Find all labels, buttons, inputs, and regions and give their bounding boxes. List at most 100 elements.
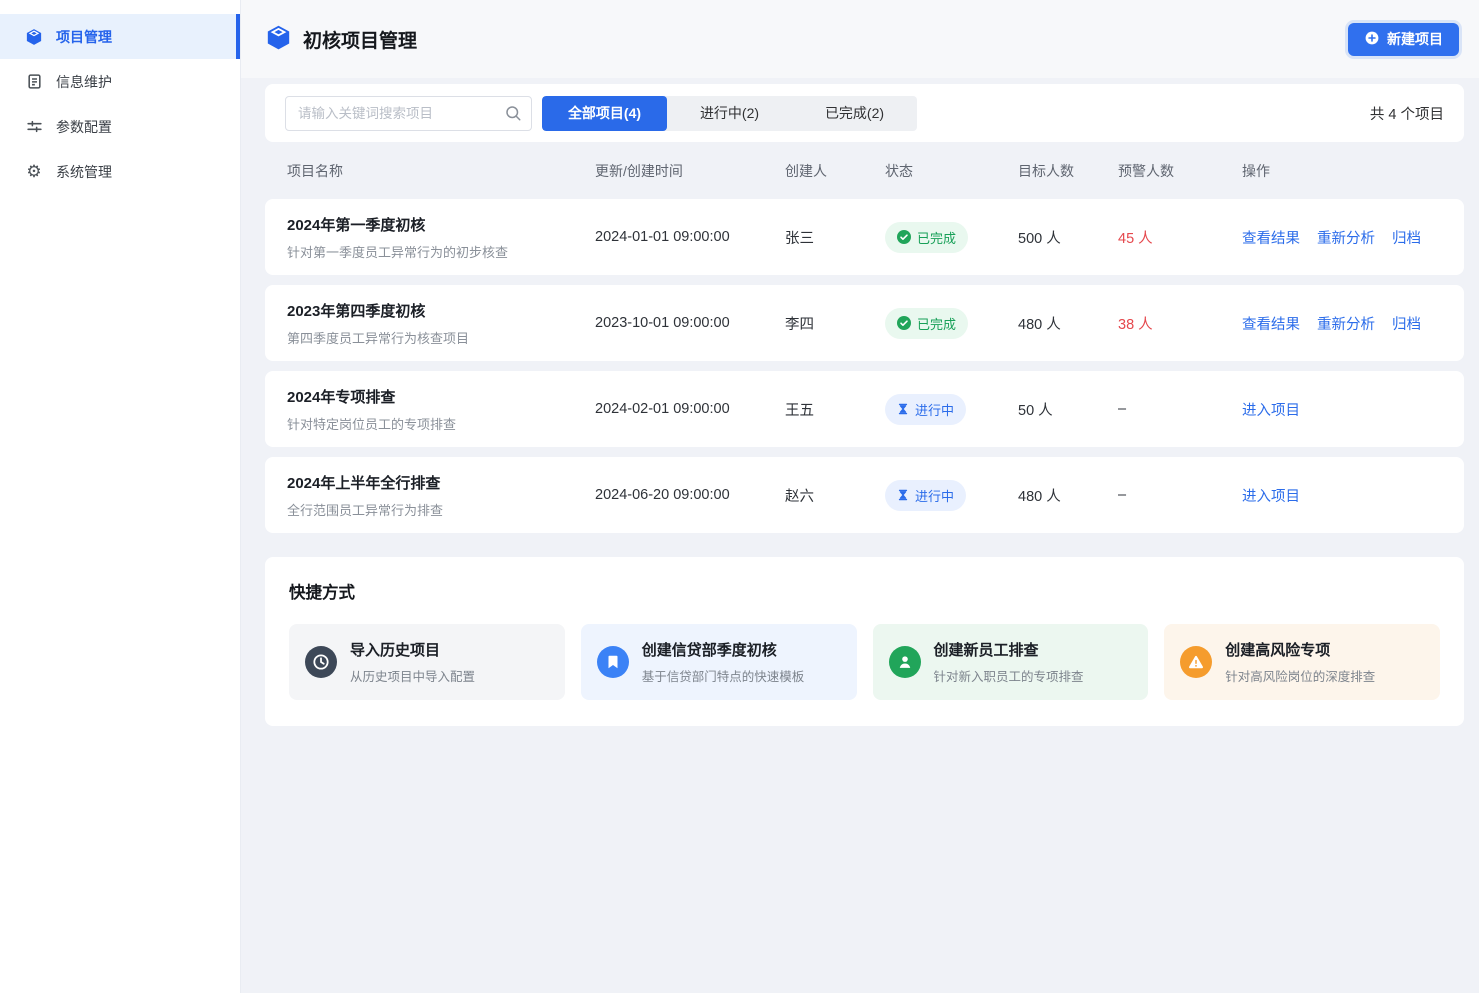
shortcuts-title: 快捷方式 [289,579,1440,603]
col-actions: 操作 [1242,161,1442,181]
sidebar-item-label: 参数配置 [56,117,112,137]
tab-全部项目(4)[interactable]: 全部项目(4) [542,96,667,131]
plus-icon [1364,30,1380,49]
col-target-count: 目标人数 [1018,161,1118,181]
table-row: 2024年上半年全行排查 全行范围员工异常行为排查 2024-06-20 09:… [265,457,1464,533]
shortcut-description: 针对新入职员工的专项排查 [934,666,1084,685]
status-label: 进行中 [915,486,954,505]
sidebar-item-项目管理[interactable]: 项目管理 [0,14,240,59]
col-update-time: 更新/创建时间 [595,161,785,181]
action-查看结果[interactable]: 查看结果 [1242,317,1300,333]
clock-icon [305,646,337,678]
action-查看结果[interactable]: 查看结果 [1242,231,1300,247]
sidebar-item-label: 项目管理 [56,27,112,47]
search-box [285,96,532,131]
project-actions: 进入项目 [1242,485,1442,506]
col-warning-count: 预警人数 [1118,161,1242,181]
person-icon [889,646,921,678]
table-header: 项目名称 更新/创建时间 创建人 状态 目标人数 预警人数 操作 [265,142,1464,199]
search-icon[interactable] [504,104,522,122]
project-title: 2023年第四季度初核 [287,300,595,321]
bookmark-icon [597,646,629,678]
project-status-cell: 进行中 [885,480,1018,511]
table-row: 2024年专项排查 针对特定岗位员工的专项排查 2024-02-01 09:00… [265,371,1464,447]
project-warning-count: 45 人 [1118,227,1242,248]
shortcut-description: 针对高风险岗位的深度排查 [1225,666,1375,685]
shortcut-title: 导入历史项目 [350,639,475,660]
shortcut-description: 基于信贷部门特点的快速模板 [642,666,805,685]
status-badge: 进行中 [885,394,966,425]
shortcut-text: 创建信贷部季度初核 基于信贷部门特点的快速模板 [642,639,805,685]
project-actions: 查看结果 重新分析 归档 [1242,313,1442,334]
shortcut-text: 创建高风险专项 针对高风险岗位的深度排查 [1225,639,1375,685]
status-badge: 进行中 [885,480,966,511]
project-name-cell: 2024年第一季度初核 针对第一季度员工异常行为的初步核查 [287,214,595,261]
action-进入项目[interactable]: 进入项目 [1242,489,1300,505]
project-actions: 查看结果 重新分析 归档 [1242,227,1442,248]
project-name-cell: 2024年专项排查 针对特定岗位员工的专项排查 [287,386,595,433]
shortcut-title: 创建新员工排查 [934,639,1084,660]
cube-icon [25,28,43,46]
new-project-button[interactable]: 新建项目 [1348,23,1459,56]
shortcut-text: 导入历史项目 从历史项目中导入配置 [350,639,475,685]
sidebar-menu: 项目管理 信息维护 参数配置 ⚙ 系统管理 [0,14,240,194]
toolbar: 全部项目(4)进行中(2)已完成(2) 共 4 个项目 [265,84,1464,142]
hourglass-icon [897,489,909,501]
shortcut-card-导入历史项目[interactable]: 导入历史项目 从历史项目中导入配置 [289,624,565,700]
project-actions: 进入项目 [1242,399,1442,420]
sidebar-item-信息维护[interactable]: 信息维护 [0,59,240,104]
status-label: 已完成 [917,314,956,333]
project-creator: 张三 [785,227,885,248]
new-project-button-label: 新建项目 [1387,29,1443,49]
project-warning-count: – [1118,401,1242,417]
project-target-count: 50 人 [1018,399,1118,420]
action-重新分析[interactable]: 重新分析 [1317,231,1375,247]
project-name-cell: 2024年上半年全行排查 全行范围员工异常行为排查 [287,472,595,519]
project-status-cell: 已完成 [885,308,1018,339]
project-title: 2024年上半年全行排查 [287,472,595,493]
project-target-count: 480 人 [1018,313,1118,334]
table-row: 2024年第一季度初核 针对第一季度员工异常行为的初步核查 2024-01-01… [265,199,1464,275]
main-area: 初核项目管理 新建项目 全部项目(4)进行中(2)已完成(2) 共 4 个项目 … [241,0,1479,993]
shortcut-card-创建新员工排查[interactable]: 创建新员工排查 针对新入职员工的专项排查 [873,624,1149,700]
sliders-icon [25,118,43,136]
hourglass-icon [897,403,909,415]
action-归档[interactable]: 归档 [1392,317,1421,333]
tab-已完成(2)[interactable]: 已完成(2) [792,96,917,131]
shortcut-grid: 导入历史项目 从历史项目中导入配置 创建信贷部季度初核 基于信贷部门特点的快速模… [289,624,1440,700]
tab-进行中(2)[interactable]: 进行中(2) [667,96,792,131]
total-count: 共 4 个项目 [1370,103,1444,124]
project-name-cell: 2023年第四季度初核 第四季度员工异常行为核查项目 [287,300,595,347]
status-label: 已完成 [917,228,956,247]
project-description: 针对第一季度员工异常行为的初步核查 [287,242,595,261]
filter-tabs: 全部项目(4)进行中(2)已完成(2) [542,96,917,131]
shortcut-card-创建高风险专项[interactable]: 创建高风险专项 针对高风险岗位的深度排查 [1164,624,1440,700]
project-time: 2024-01-01 09:00:00 [595,229,785,245]
sidebar-item-label: 系统管理 [56,162,112,182]
table-row: 2023年第四季度初核 第四季度员工异常行为核查项目 2023-10-01 09… [265,285,1464,361]
project-time: 2024-06-20 09:00:00 [595,487,785,503]
col-project-name: 项目名称 [287,161,595,181]
project-creator: 李四 [785,313,885,334]
project-warning-count: – [1118,487,1242,503]
action-重新分析[interactable]: 重新分析 [1317,317,1375,333]
col-status: 状态 [885,161,1018,181]
gear-icon: ⚙ [25,163,43,181]
search-input[interactable] [285,96,532,131]
action-归档[interactable]: 归档 [1392,231,1421,247]
sidebar: 项目管理 信息维护 参数配置 ⚙ 系统管理 [0,0,241,993]
project-status-cell: 进行中 [885,394,1018,425]
project-time: 2024-02-01 09:00:00 [595,401,785,417]
status-badge: 已完成 [885,308,968,339]
action-进入项目[interactable]: 进入项目 [1242,403,1300,419]
sidebar-item-系统管理[interactable]: ⚙ 系统管理 [0,149,240,194]
sidebar-item-参数配置[interactable]: 参数配置 [0,104,240,149]
project-creator: 王五 [785,399,885,420]
shortcut-card-创建信贷部季度初核[interactable]: 创建信贷部季度初核 基于信贷部门特点的快速模板 [581,624,857,700]
cube-icon [265,24,292,54]
app-root: 项目管理 信息维护 参数配置 ⚙ 系统管理 初核项目管理 新建项目 [0,0,1479,993]
project-time: 2023-10-01 09:00:00 [595,315,785,331]
shortcut-text: 创建新员工排查 针对新入职员工的专项排查 [934,639,1084,685]
status-badge: 已完成 [885,222,968,253]
status-label: 进行中 [915,400,954,419]
